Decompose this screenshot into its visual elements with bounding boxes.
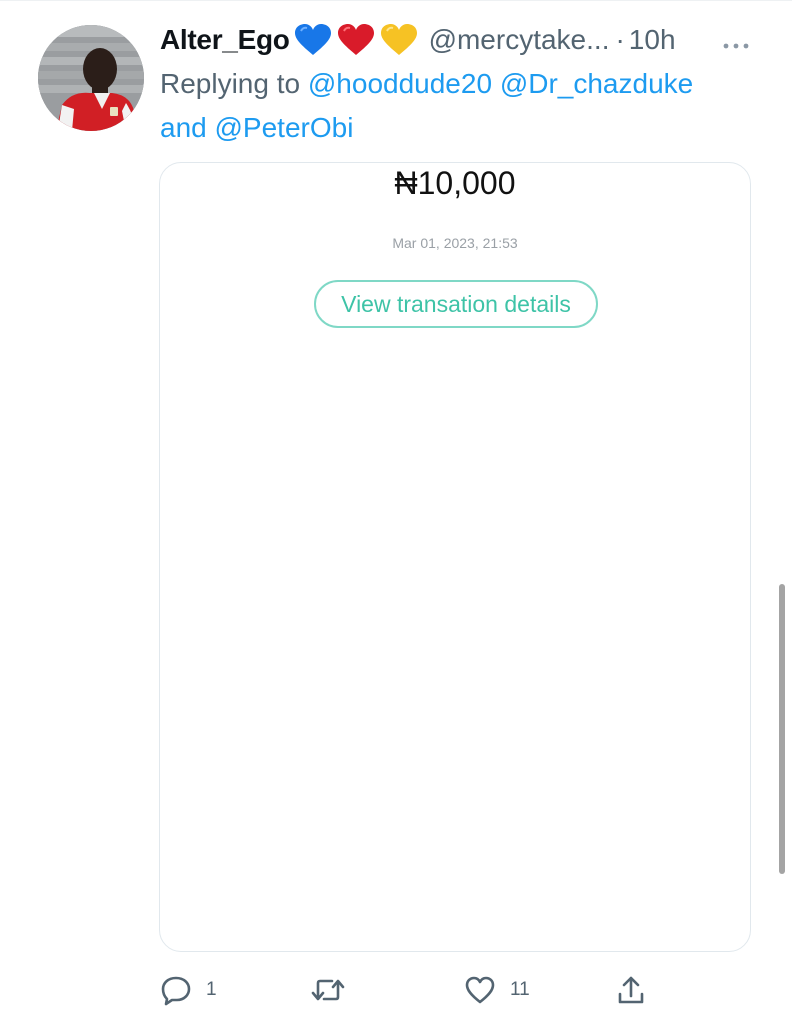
top-divider [0,0,792,1]
scrollbar[interactable] [779,584,785,874]
share-button[interactable] [616,970,660,1010]
mention-dr-chazduke[interactable]: @Dr_chazduke [500,68,693,99]
avatar-image [38,25,144,131]
tweet-actions: 1 11 [0,970,792,1010]
avatar[interactable] [38,25,144,131]
like-icon [464,975,496,1005]
display-name[interactable]: Alter_Ego [160,24,290,56]
like-button[interactable]: 11 [464,970,530,1010]
tweet-header: Alter_Ego @mercytake... · 10h [160,20,760,60]
share-icon [616,974,646,1006]
red-heart-emoji [336,23,376,57]
view-transaction-details-button[interactable]: View transation details [314,280,598,328]
media-card[interactable]: ₦10,000 Mar 01, 2023, 21:53 View transat… [159,162,751,952]
separator-dot: · [615,24,625,55]
reply-button[interactable]: 1 [160,970,217,1010]
replying-to: Replying to @hooddude20 @Dr_chazduke and… [160,62,760,150]
yellow-heart-emoji [379,23,419,57]
retweet-button[interactable] [310,970,360,1010]
mention-peterobi[interactable]: @PeterObi [215,112,354,143]
tweet-time[interactable]: 10h [629,24,676,56]
reply-count: 1 [206,979,217,1000]
like-count: 11 [510,979,530,1000]
replying-to-label: Replying to [160,68,301,99]
blue-heart-emoji [293,23,333,57]
retweet-icon [310,974,346,1006]
tweet-page: Alter_Ego @mercytake... · 10h Replying t… [0,0,792,1024]
reply-icon [160,974,192,1006]
and-word[interactable]: and [160,112,207,143]
more-horizontal-icon[interactable] [722,37,750,49]
transaction-amount: ₦10,000 [394,165,516,201]
transaction-timestamp: Mar 01, 2023, 21:53 [392,235,518,251]
user-handle[interactable]: @mercytake... [429,24,610,56]
mention-hooddude20[interactable]: @hooddude20 [308,68,492,99]
